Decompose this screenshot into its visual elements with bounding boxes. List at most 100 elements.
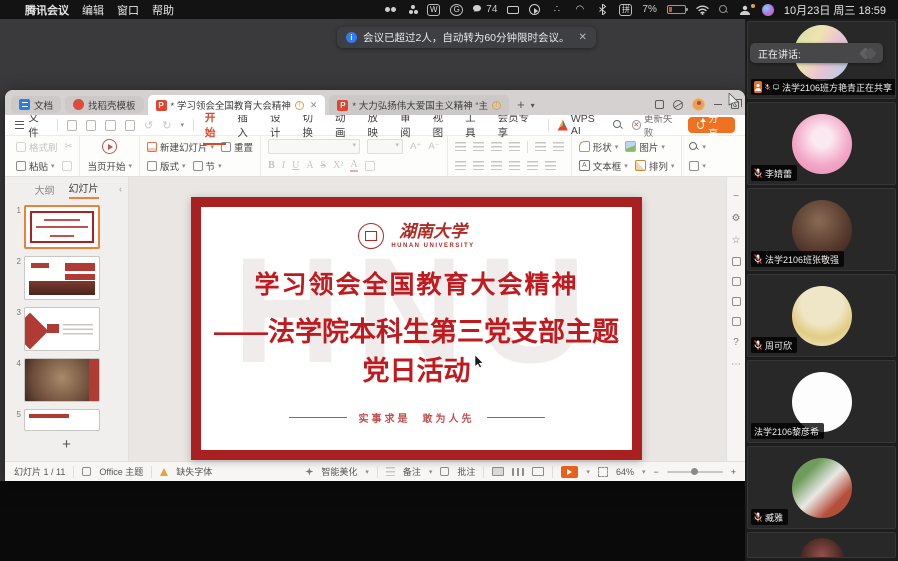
binoculars-icon[interactable] [381,4,394,16]
menubar-item-help[interactable]: 帮助 [152,2,174,18]
tab-close-icon[interactable]: ✕ [310,100,318,111]
play-circle-icon[interactable] [529,4,540,15]
align-center-icon[interactable] [473,161,484,170]
layout-mode-icon[interactable] [655,100,664,109]
participant-tile[interactable]: 臧雅 [747,446,896,529]
numbered-list-icon[interactable] [473,142,484,151]
highlight-color-icon[interactable] [365,161,375,171]
text-direction-icon[interactable] [545,161,556,170]
align-left-icon[interactable] [455,161,466,170]
new-slide-button[interactable]: 新建幻灯片▾ [147,140,214,154]
beautify-button[interactable]: 智能美化 [321,465,357,478]
banner-close-icon[interactable]: ✕ [579,32,587,43]
slide-thumbnail-3[interactable] [24,307,100,351]
favorites-star-icon[interactable]: ☆ [732,235,741,246]
notes-button[interactable]: 备注 [403,465,421,478]
wps-ai-button[interactable]: WPS AI [558,113,605,137]
slide-thumbnail-5[interactable] [24,409,100,431]
print-icon[interactable] [105,120,115,131]
tab-documents[interactable]: 文档 [11,96,61,113]
menubar-item-window[interactable]: 窗口 [117,2,139,18]
slideshow-play-button[interactable] [561,466,578,478]
keystroke-dots-icon[interactable]: ∴ [550,4,563,16]
theme-label[interactable]: Office 主题 [99,465,143,478]
quickbar-caret-icon[interactable]: ▾ [180,121,184,129]
collapse-strip-icon[interactable]: − [733,191,739,202]
reset-button[interactable]: 重置 [221,140,253,154]
slide-thumbnail-4[interactable] [24,358,100,402]
participant-tile[interactable]: 李婧蕾 [747,102,896,185]
pinyin-input-icon[interactable]: 拼 [619,4,632,16]
distribute-icon[interactable] [527,161,538,170]
comments-button[interactable]: 批注 [457,465,475,478]
bold-button[interactable]: B [268,160,275,171]
superscript-button[interactable]: X² [333,160,343,171]
help-icon[interactable]: ? [733,337,739,348]
play-from-current-button[interactable]: 当页开始▾ [87,159,132,173]
participant-tile[interactable]: 周可欣 [747,274,896,357]
participant-tile-partial[interactable] [747,532,896,558]
line-spacing-icon[interactable] [553,142,564,151]
section-button[interactable]: 节▾ [193,159,222,173]
reader-pane-icon[interactable] [732,317,741,326]
tab-docer-templates[interactable]: 找稻壳模板 [65,96,144,113]
columns-icon[interactable] [535,142,546,151]
undo-icon[interactable]: ↺ [144,119,153,132]
zoom-slider-knob[interactable] [691,468,698,475]
battery-icon[interactable] [667,5,686,14]
increase-indent-icon[interactable] [509,142,520,151]
more-icon[interactable]: ⋯ [731,359,741,370]
share-nodes-icon[interactable] [404,4,417,16]
ribbon-search-icon[interactable] [613,120,622,130]
shapes-button[interactable]: 形状▾ [579,140,619,154]
increase-font-button[interactable]: A⁺ [410,141,421,152]
new-tab-button[interactable]: + [517,97,525,112]
globe-icon[interactable] [673,100,683,110]
collapse-panel-icon[interactable]: ‹ [119,184,122,194]
zoom-slider[interactable] [667,471,723,473]
copy-icon[interactable] [62,161,72,171]
wifi-icon[interactable] [696,4,709,16]
font-name-select[interactable] [268,139,360,154]
participant-tile[interactable]: 法学2106黎彦希 [747,360,896,443]
redo-icon[interactable]: ↻ [162,119,171,132]
missing-font-label[interactable]: 缺失字体 [176,465,212,478]
airplay-fan-icon[interactable]: ◠ [573,4,586,16]
update-failed-status[interactable]: ✕ 更新失败 [632,111,678,139]
tab-current-presentation[interactable]: P * 学习领会全国教育大会精神 ! ✕ [148,95,326,115]
bullet-list-icon[interactable] [455,142,466,151]
spotlight-search-icon[interactable] [719,5,729,15]
bluetooth-icon[interactable] [596,4,609,16]
clip-pane-icon[interactable] [732,297,741,306]
tab-list-caret-icon[interactable]: ▾ [531,101,535,110]
slides-tab[interactable]: 幻灯片 [69,180,99,199]
chart-pane-icon[interactable] [732,277,741,286]
save-icon[interactable] [67,120,77,131]
layout-button[interactable]: 版式▾ [147,159,186,173]
g-app-icon[interactable]: G [450,4,463,16]
current-slide[interactable]: HNU 湖南大学 HUNAN UNIVERSITY 学习领会全国教育大会精神 —… [191,197,642,460]
add-slide-button[interactable]: + [5,436,128,453]
menubar-item-edit[interactable]: 编辑 [82,2,104,18]
menubar-app-name[interactable]: 腾讯会议 [25,2,69,18]
display-icon[interactable] [507,6,519,14]
decrease-indent-icon[interactable] [491,142,502,151]
slide-sorter-view-icon[interactable] [512,468,524,476]
ribbon-tab-home[interactable]: 开始 [203,110,227,140]
preview-icon[interactable] [125,120,135,131]
account-avatar[interactable] [692,98,705,111]
format-painter-button[interactable]: 格式刷 [16,140,58,154]
tab-other-presentation[interactable]: P * 大力弘扬伟大爱国主义精神 “主 ! [329,95,509,115]
copy-pane-icon[interactable] [732,257,741,266]
font-size-select[interactable] [367,139,403,154]
picture-button[interactable]: 图片▾ [625,140,665,154]
char-border-button[interactable]: A [306,160,313,171]
properties-icon[interactable]: ⚙ [732,213,741,224]
siri-icon[interactable] [762,4,774,16]
fullscreen-icon[interactable] [598,467,608,477]
textbox-button[interactable]: A 文本框▾ [579,159,628,173]
zoom-level[interactable]: 64% [616,467,634,477]
wps-menubar-icon[interactable]: W [427,4,440,16]
decrease-font-button[interactable]: A⁻ [428,141,439,152]
align-right-icon[interactable] [491,161,502,170]
